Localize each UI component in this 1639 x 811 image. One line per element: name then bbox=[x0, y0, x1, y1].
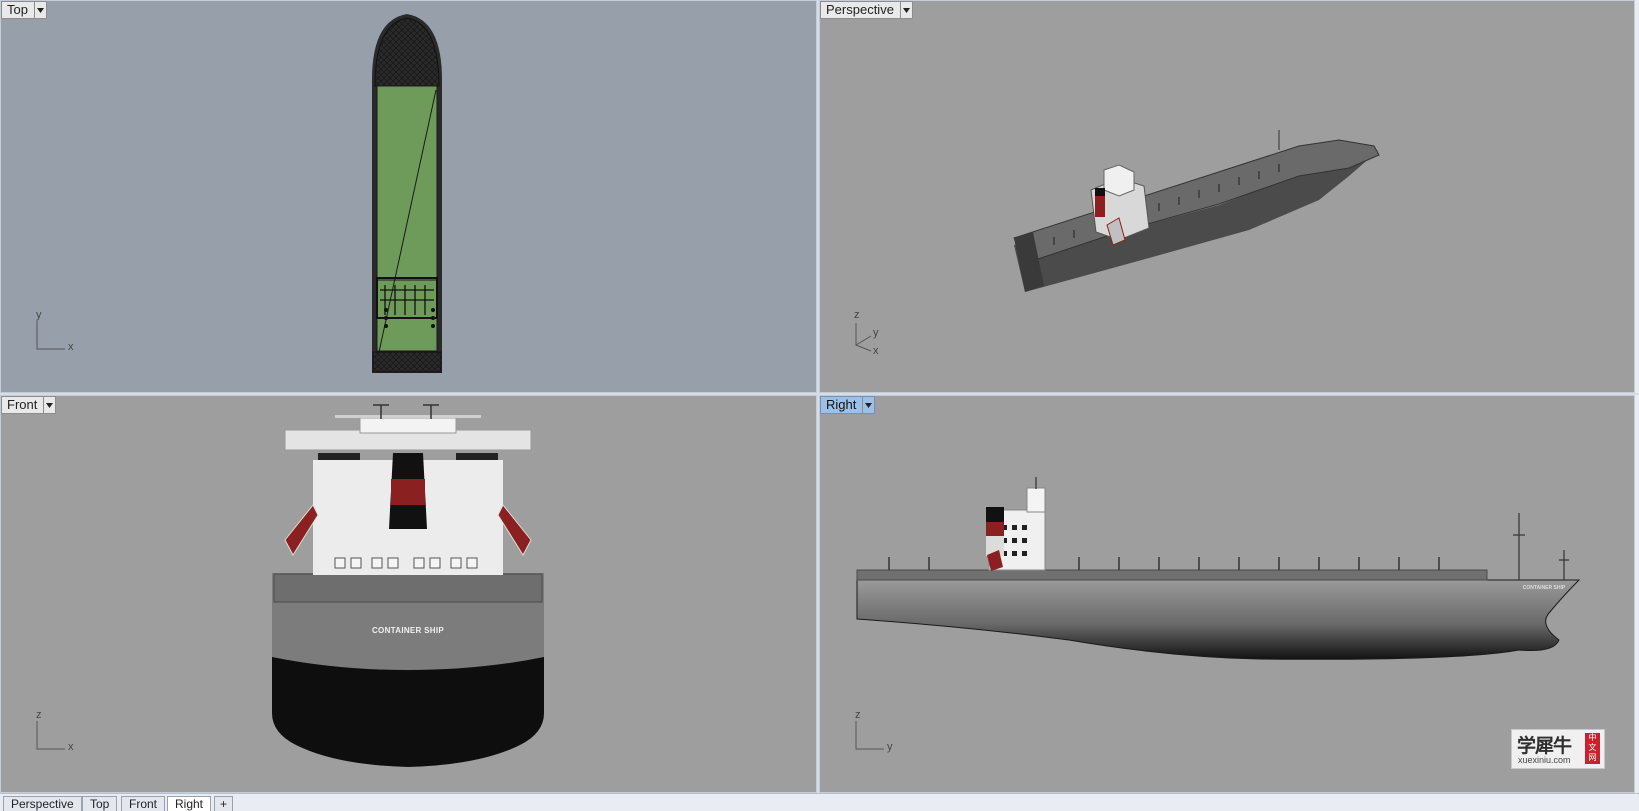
right-viewport-title: Right bbox=[826, 397, 857, 412]
chevron-down-icon[interactable] bbox=[33, 2, 46, 18]
right-viewport[interactable]: Right CONTAINER SHIP z y 学犀牛 xuexiniu.co… bbox=[819, 395, 1635, 793]
axis-label-x: x bbox=[873, 345, 879, 357]
chevron-down-icon[interactable] bbox=[43, 397, 55, 413]
axis-label-x: x bbox=[68, 741, 74, 753]
viewport-splitter-vertical[interactable] bbox=[817, 0, 819, 793]
tab-front[interactable]: Front bbox=[121, 796, 166, 811]
front-viewport-title: Front bbox=[7, 397, 38, 412]
viewport-tab-bar: Perspective Top Front Right + bbox=[0, 793, 1639, 811]
top-viewport[interactable]: Top y x bbox=[0, 0, 817, 393]
watermark-seal: 中文网 bbox=[1585, 733, 1600, 764]
watermark-url: xuexiniu.com bbox=[1518, 755, 1571, 765]
viewport-splitter-horizontal[interactable] bbox=[0, 393, 1639, 395]
top-viewport-title: Top bbox=[7, 2, 28, 17]
perspective-viewport-label[interactable]: Perspective bbox=[820, 1, 913, 19]
axis-label-z: z bbox=[855, 709, 861, 721]
axis-label-x: x bbox=[68, 341, 74, 353]
axis-label-z: z bbox=[854, 309, 860, 321]
front-hull-text: CONTAINER SHIP bbox=[371, 626, 445, 635]
tab-top[interactable]: Top bbox=[82, 796, 118, 811]
axis-indicator: y x bbox=[30, 309, 90, 363]
watermark-logo: 学犀牛 xuexiniu.com 中文网 bbox=[1511, 729, 1605, 769]
axis-label-y: y bbox=[873, 327, 879, 339]
axis-indicator: z y x bbox=[849, 309, 909, 363]
chevron-down-icon[interactable] bbox=[862, 397, 874, 413]
ship-front-render bbox=[272, 404, 544, 767]
axis-indicator: z y bbox=[849, 709, 909, 763]
watermark-title: 学犀牛 bbox=[1517, 735, 1572, 757]
axis-label-y: y bbox=[887, 741, 893, 753]
tab-right[interactable]: Right bbox=[167, 796, 212, 811]
axis-label-y: y bbox=[36, 309, 42, 321]
perspective-viewport-title: Perspective bbox=[826, 2, 894, 17]
ship-top-wireframe bbox=[372, 14, 442, 373]
chevron-down-icon[interactable] bbox=[899, 2, 912, 18]
tab-perspective[interactable]: Perspective bbox=[3, 796, 82, 811]
axis-indicator: z x bbox=[30, 709, 90, 763]
add-tab-button[interactable]: + bbox=[214, 796, 234, 811]
perspective-viewport[interactable]: Perspective z y x bbox=[819, 0, 1635, 393]
plus-icon: + bbox=[220, 797, 228, 811]
front-viewport[interactable]: Front CONTAINER SHIP z x bbox=[0, 395, 817, 793]
right-viewport-label[interactable]: Right bbox=[820, 396, 876, 414]
front-viewport-label[interactable]: Front bbox=[1, 396, 57, 414]
top-viewport-label[interactable]: Top bbox=[1, 1, 47, 19]
right-hull-text: CONTAINER SHIP bbox=[1522, 585, 1566, 591]
axis-label-z: z bbox=[36, 709, 42, 721]
ship-perspective-render bbox=[1013, 130, 1380, 292]
